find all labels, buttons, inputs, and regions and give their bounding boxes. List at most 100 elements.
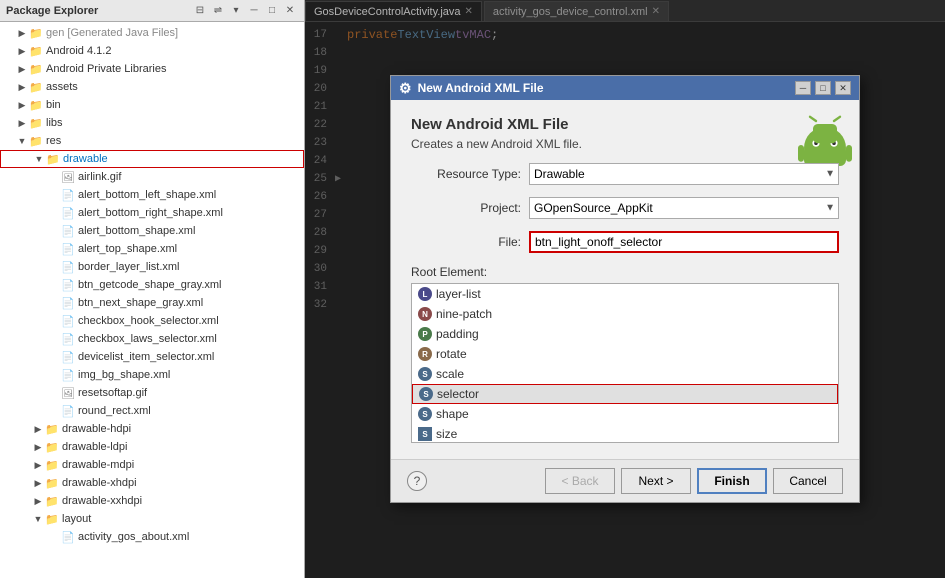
- close-panel-btn[interactable]: ✕: [282, 3, 298, 19]
- tree-toggle-btn_next[interactable]: [48, 297, 60, 309]
- panel-title: Package Explorer: [6, 5, 188, 17]
- tree-toggle-gen[interactable]: ▶: [16, 27, 28, 39]
- finish-button[interactable]: Finish: [697, 468, 767, 494]
- tree-toggle-round_rect[interactable]: [48, 405, 60, 417]
- tree-toggle-checkbox_hook[interactable]: [48, 315, 60, 327]
- tree-item-alert_bottom_left[interactable]: 📄alert_bottom_left_shape.xml: [0, 186, 304, 204]
- tree-item-checkbox_laws[interactable]: 📄checkbox_laws_selector.xml: [0, 330, 304, 348]
- tree-toggle-alert_bottom[interactable]: [48, 225, 60, 237]
- project-label: Project:: [411, 201, 521, 215]
- tree-item-btn_next[interactable]: 📄btn_next_shape_gray.xml: [0, 294, 304, 312]
- root-item-icon-padding: P: [418, 327, 432, 341]
- tree-toggle-alert_bottom_left[interactable]: [48, 189, 60, 201]
- tree-item-round_rect[interactable]: 📄round_rect.xml: [0, 402, 304, 420]
- root-item-icon-nine-patch: N: [418, 307, 432, 321]
- tree-item-resetsoftap[interactable]: 🖼resetsoftap.gif: [0, 384, 304, 402]
- tree-item-drawable_ldpi[interactable]: ▶📁drawable-ldpi: [0, 438, 304, 456]
- menu-btn[interactable]: ▾: [228, 3, 244, 19]
- minimize-btn[interactable]: ─: [246, 3, 262, 19]
- tree-toggle-android412[interactable]: ▶: [16, 45, 28, 57]
- tree-icon-drawable: 📁: [45, 151, 61, 167]
- root-element-item-size[interactable]: Ssize: [412, 424, 838, 443]
- dialog-window-controls: ─ □ ✕: [795, 81, 851, 95]
- tree-toggle-drawable_ldpi[interactable]: ▶: [32, 441, 44, 453]
- dialog-close-btn[interactable]: ✕: [835, 81, 851, 95]
- tree-item-res[interactable]: ▼📁res: [0, 132, 304, 150]
- tree-toggle-drawable_xxhdpi[interactable]: ▶: [32, 495, 44, 507]
- tree-item-assets[interactable]: ▶📁assets: [0, 78, 304, 96]
- tree-icon-drawable_mdpi: 📁: [44, 457, 60, 473]
- tree-item-drawable_xhdpi[interactable]: ▶📁drawable-xhdpi: [0, 474, 304, 492]
- file-input[interactable]: [529, 231, 839, 253]
- project-select[interactable]: GOpenSource_AppKit: [529, 197, 839, 219]
- tree-label-btn_next: btn_next_shape_gray.xml: [78, 297, 203, 309]
- help-button[interactable]: ?: [407, 471, 427, 491]
- tree-toggle-border_layer[interactable]: [48, 261, 60, 273]
- root-element-item-layer-list[interactable]: Llayer-list: [412, 284, 838, 304]
- root-element-item-rotate[interactable]: Rrotate: [412, 344, 838, 364]
- tree-item-checkbox_hook[interactable]: 📄checkbox_hook_selector.xml: [0, 312, 304, 330]
- tree-toggle-bin[interactable]: ▶: [16, 99, 28, 111]
- root-element-item-selector[interactable]: Sselector: [412, 384, 838, 404]
- tree-toggle-checkbox_laws[interactable]: [48, 333, 60, 345]
- tree-item-drawable_hdpi[interactable]: ▶📁drawable-hdpi: [0, 420, 304, 438]
- root-element-item-nine-patch[interactable]: Nnine-patch: [412, 304, 838, 324]
- tree-item-alert_bottom[interactable]: 📄alert_bottom_shape.xml: [0, 222, 304, 240]
- root-element-item-shape[interactable]: Sshape: [412, 404, 838, 424]
- tree-item-img_bg[interactable]: 📄img_bg_shape.xml: [0, 366, 304, 384]
- tree-item-alert_top[interactable]: 📄alert_top_shape.xml: [0, 240, 304, 258]
- tree-item-activity_gos_about[interactable]: 📄activity_gos_about.xml: [0, 528, 304, 546]
- tree-item-drawable_xxhdpi[interactable]: ▶📁drawable-xxhdpi: [0, 492, 304, 510]
- tree-toggle-drawable_mdpi[interactable]: ▶: [32, 459, 44, 471]
- tree-item-layout[interactable]: ▼📁layout: [0, 510, 304, 528]
- tree-item-bin[interactable]: ▶📁bin: [0, 96, 304, 114]
- dialog-maximize-btn[interactable]: □: [815, 81, 831, 95]
- footer-right: < Back Next > Finish Cancel: [545, 468, 843, 494]
- tree-item-gen[interactable]: ▶📁gen [Generated Java Files]: [0, 24, 304, 42]
- android-robot-icon: [795, 112, 843, 160]
- tree-label-drawable_ldpi: drawable-ldpi: [62, 441, 127, 453]
- tree-toggle-drawable_xhdpi[interactable]: ▶: [32, 477, 44, 489]
- tree-item-androidPrivate[interactable]: ▶📁Android Private Libraries: [0, 60, 304, 78]
- tree-toggle-activity_gos_about[interactable]: [48, 531, 60, 543]
- tree-toggle-layout[interactable]: ▼: [32, 513, 44, 525]
- dialog-minimize-btn[interactable]: ─: [795, 81, 811, 95]
- link-editor-btn[interactable]: ⇌: [210, 3, 226, 19]
- back-button[interactable]: < Back: [545, 468, 615, 494]
- tree-item-drawable_mdpi[interactable]: ▶📁drawable-mdpi: [0, 456, 304, 474]
- tree-item-libs[interactable]: ▶📁libs: [0, 114, 304, 132]
- maximize-btn[interactable]: □: [264, 3, 280, 19]
- tree-toggle-libs[interactable]: ▶: [16, 117, 28, 129]
- cancel-button[interactable]: Cancel: [773, 468, 843, 494]
- tree-item-devicelist_item[interactable]: 📄devicelist_item_selector.xml: [0, 348, 304, 366]
- tree-item-btn_getcode[interactable]: 📄btn_getcode_shape_gray.xml: [0, 276, 304, 294]
- tree-item-drawable[interactable]: ▼📁drawable: [0, 150, 304, 168]
- tree-item-android412[interactable]: ▶📁Android 4.1.2: [0, 42, 304, 60]
- resource-type-select-wrapper: Drawable ▼: [529, 163, 839, 185]
- tree-toggle-btn_getcode[interactable]: [48, 279, 60, 291]
- tree-label-round_rect: round_rect.xml: [78, 405, 151, 417]
- tree-toggle-drawable[interactable]: ▼: [33, 153, 45, 165]
- tree-toggle-img_bg[interactable]: [48, 369, 60, 381]
- tree-toggle-alert_bottom_right[interactable]: [48, 207, 60, 219]
- collapse-all-btn[interactable]: ⊟: [192, 3, 208, 19]
- root-element-item-padding[interactable]: Ppadding: [412, 324, 838, 344]
- tree-item-alert_bottom_right[interactable]: 📄alert_bottom_right_shape.xml: [0, 204, 304, 222]
- root-element-item-scale[interactable]: Sscale: [412, 364, 838, 384]
- tree-toggle-androidPrivate[interactable]: ▶: [16, 63, 28, 75]
- tree-label-airlinkgif: airlink.gif: [78, 171, 121, 183]
- tree-toggle-drawable_hdpi[interactable]: ▶: [32, 423, 44, 435]
- next-button[interactable]: Next >: [621, 468, 691, 494]
- dialog-overlay: ⚙ New Android XML File ─ □ ✕ New Android…: [305, 0, 945, 578]
- tree-toggle-assets[interactable]: ▶: [16, 81, 28, 93]
- tree-toggle-airlinkgif[interactable]: [48, 171, 60, 183]
- tree-toggle-alert_top[interactable]: [48, 243, 60, 255]
- tree-item-border_layer[interactable]: 📄border_layer_list.xml: [0, 258, 304, 276]
- tree-toggle-res[interactable]: ▼: [16, 135, 28, 147]
- tree-icon-alert_bottom_left: 📄: [60, 187, 76, 203]
- tree-toggle-resetsoftap[interactable]: [48, 387, 60, 399]
- tree-toggle-devicelist_item[interactable]: [48, 351, 60, 363]
- root-item-icon-selector: S: [419, 387, 433, 401]
- resource-type-select[interactable]: Drawable: [529, 163, 839, 185]
- tree-item-airlinkgif[interactable]: 🖼airlink.gif: [0, 168, 304, 186]
